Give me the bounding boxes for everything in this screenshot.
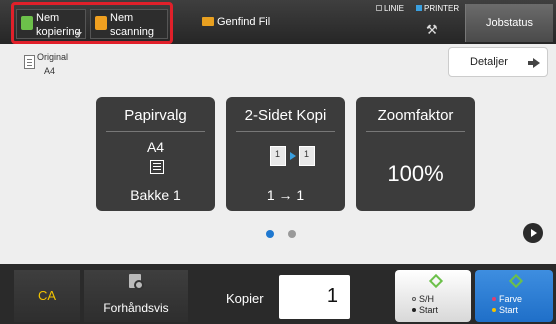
quick-buttons-highlight xyxy=(11,2,173,44)
preview-label: Forhåndsvis xyxy=(103,301,169,315)
preview-icon xyxy=(129,274,144,290)
duplex-mode: 1 → 1 xyxy=(266,187,305,203)
paper-select-tile[interactable]: Papirvalg A4 Bakke 1 xyxy=(96,97,215,211)
zoom-title: Zoomfaktor xyxy=(377,107,454,124)
copies-label: Kopier xyxy=(226,291,264,306)
color-start-button[interactable]: Farve Start xyxy=(475,270,553,322)
bw-start-label-1: S/H xyxy=(419,294,435,304)
zoom-value: 100% xyxy=(387,161,444,186)
copies-input[interactable]: 1 xyxy=(279,275,350,319)
start-icon xyxy=(428,273,444,289)
divider xyxy=(106,131,205,132)
printer-indicator-icon xyxy=(416,5,422,11)
paper-select-title: Papirvalg xyxy=(124,107,187,124)
page-dot-active[interactable] xyxy=(266,230,274,238)
folder-icon xyxy=(202,17,214,26)
color-start-label-1: Farve xyxy=(499,294,523,304)
clear-all-button[interactable]: CA xyxy=(14,270,80,322)
divider xyxy=(366,131,465,132)
preview-button[interactable]: Forhåndsvis xyxy=(84,270,188,322)
file-retrieval-button[interactable]: Genfind Fil xyxy=(202,16,270,28)
next-page-button[interactable] xyxy=(523,223,543,243)
color-start-label-2: Start xyxy=(499,305,519,315)
paper-size: A4 xyxy=(146,139,165,155)
bw-start-button[interactable]: S/H Start xyxy=(395,270,471,322)
bw-start-label-2: Start xyxy=(419,305,439,315)
paper-tray: Bakke 1 xyxy=(130,187,181,203)
details-button[interactable]: Detaljer xyxy=(448,47,548,77)
file-retrieval-label: Genfind Fil xyxy=(217,16,271,28)
wrench-icon[interactable]: ⚒ xyxy=(426,22,438,38)
details-label: Detaljer xyxy=(470,56,508,68)
duplex-copy-title: 2-Sidet Kopi xyxy=(244,107,327,124)
document-icon xyxy=(24,55,35,69)
start-icon xyxy=(508,273,524,289)
copy-home-screen: Nem kopiering Nem scanning Genfind Fil L… xyxy=(0,0,556,324)
line-indicator-icon xyxy=(376,5,382,11)
arrow-right-icon xyxy=(528,58,540,68)
paper-tray-icon xyxy=(150,160,164,174)
zoom-tile[interactable]: Zoomfaktor 100% xyxy=(356,97,475,211)
original-label: Original xyxy=(37,52,69,62)
original-value: A4 xyxy=(44,66,56,76)
printer-status: PRINTER xyxy=(416,4,459,14)
job-status-button[interactable]: Jobstatus xyxy=(465,4,553,42)
page-dot[interactable] xyxy=(288,230,296,238)
divider xyxy=(236,131,335,132)
line-status: LINIE xyxy=(376,4,404,14)
